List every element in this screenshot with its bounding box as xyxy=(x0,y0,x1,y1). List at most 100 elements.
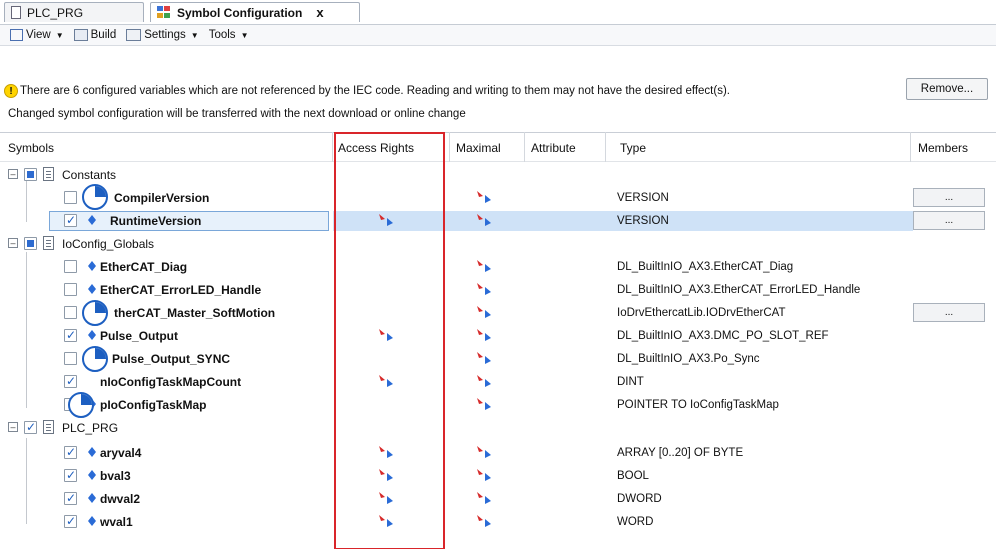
row-name: RuntimeVersion xyxy=(110,214,202,228)
maximal-access-icon xyxy=(477,306,491,318)
access-rights-icon[interactable] xyxy=(378,491,394,505)
row-name: PLC_PRG xyxy=(62,421,119,435)
table-row[interactable]: Pulse_Output DL_BuiltInIO_AX3.DMC_PO_SLO… xyxy=(0,325,996,347)
row-checkbox[interactable] xyxy=(64,306,77,319)
row-checkbox[interactable] xyxy=(64,445,77,459)
settings-menu[interactable]: Settings ▼ xyxy=(126,29,199,41)
table-row[interactable]: pIoConfigTaskMap POINTER TO IoConfigTask… xyxy=(0,394,996,416)
col-attribute[interactable]: Attribute xyxy=(531,141,576,155)
column-divider[interactable] xyxy=(910,132,911,162)
row-type: DL_BuiltInIO_AX3.EtherCAT_ErrorLED_Handl… xyxy=(617,284,861,296)
row-name: dwval2 xyxy=(100,492,141,506)
row-checkbox[interactable] xyxy=(64,328,77,342)
view-icon xyxy=(10,29,23,41)
row-name: EtherCAT_ErrorLED_Handle xyxy=(100,283,262,297)
column-divider[interactable] xyxy=(449,132,450,162)
row-checkbox[interactable] xyxy=(64,260,77,273)
col-access-rights[interactable]: Access Rights xyxy=(338,141,414,155)
col-symbols[interactable]: Symbols xyxy=(8,141,54,155)
access-rights-icon[interactable] xyxy=(378,213,394,227)
tools-menu[interactable]: Tools ▼ xyxy=(209,29,249,41)
table-row[interactable]: therCAT_Master_SoftMotion IoDrvEthercatL… xyxy=(0,302,996,324)
table-row[interactable]: bval3 BOOL xyxy=(0,465,996,487)
table-row[interactable]: wval1 WORD xyxy=(0,511,996,533)
row-name: Pulse_Output xyxy=(100,329,179,343)
row-checkbox[interactable] xyxy=(64,491,77,505)
view-label: View xyxy=(26,29,51,41)
close-icon[interactable]: x xyxy=(316,5,323,20)
table-row-selected[interactable]: RuntimeVersion VERSION ... xyxy=(0,210,996,232)
document-icon xyxy=(43,167,54,181)
members-button[interactable]: ... xyxy=(913,188,985,207)
view-menu[interactable]: View ▼ xyxy=(10,29,64,41)
maximal-access-icon xyxy=(477,375,491,387)
row-checkbox[interactable] xyxy=(64,352,77,365)
table-row[interactable]: EtherCAT_ErrorLED_Handle DL_BuiltInIO_AX… xyxy=(0,279,996,301)
access-rights-icon[interactable] xyxy=(378,514,394,528)
tree-group-row[interactable]: – IoConfig_Globals xyxy=(0,233,996,255)
row-name: Constants xyxy=(62,168,117,182)
remove-button[interactable]: Remove... xyxy=(906,78,988,100)
row-checkbox[interactable] xyxy=(64,514,77,528)
document-icon xyxy=(43,420,54,434)
row-checkbox[interactable] xyxy=(64,283,77,296)
table-row[interactable]: CompilerVersion VERSION ... xyxy=(0,187,996,209)
variable-icon xyxy=(88,493,96,503)
symbol-config-icon xyxy=(157,6,171,19)
tab-symbol-configuration[interactable]: Symbol Configuration x xyxy=(150,2,360,22)
row-name: pIoConfigTaskMap xyxy=(100,398,207,412)
row-type: ARRAY [0..20] OF BYTE xyxy=(617,447,744,459)
build-icon xyxy=(73,29,88,41)
row-checkbox[interactable] xyxy=(64,191,77,204)
table-row[interactable]: aryval4 ARRAY [0..20] OF BYTE xyxy=(0,442,996,464)
table-header: Symbols Access Rights Maximal Attribute … xyxy=(0,132,996,162)
row-name: bval3 xyxy=(100,469,131,483)
group-checkbox[interactable] xyxy=(24,420,37,434)
column-divider[interactable] xyxy=(524,132,525,162)
row-name: aryval4 xyxy=(100,446,142,460)
row-checkbox[interactable] xyxy=(64,374,77,388)
variable-icon xyxy=(88,284,96,294)
access-rights-icon[interactable] xyxy=(378,468,394,482)
row-type: DL_BuiltInIO_AX3.Po_Sync xyxy=(617,353,760,365)
document-icon xyxy=(11,6,21,19)
settings-label: Settings xyxy=(144,29,186,41)
row-type: DINT xyxy=(617,376,644,388)
tree-group-row[interactable]: – PLC_PRG xyxy=(0,417,996,439)
build-label: Build xyxy=(90,29,117,41)
tab-plc-prg[interactable]: PLC_PRG xyxy=(4,2,144,22)
col-type[interactable]: Type xyxy=(620,141,646,155)
column-divider[interactable] xyxy=(605,132,606,162)
maximal-access-icon xyxy=(477,283,491,295)
members-button[interactable]: ... xyxy=(913,211,985,230)
members-button[interactable]: ... xyxy=(913,303,985,322)
maximal-access-icon xyxy=(477,352,491,364)
table-row[interactable]: nIoConfigTaskMapCount DINT xyxy=(0,371,996,393)
access-rights-icon[interactable] xyxy=(378,374,394,388)
table-row[interactable]: EtherCAT_Diag DL_BuiltInIO_AX3.EtherCAT_… xyxy=(0,256,996,278)
variable-icon xyxy=(88,447,96,457)
row-checkbox[interactable] xyxy=(64,213,77,227)
row-name: EtherCAT_Diag xyxy=(100,260,188,274)
collapse-icon[interactable]: – xyxy=(8,422,18,432)
access-rights-icon[interactable] xyxy=(378,445,394,459)
table-row[interactable]: dwval2 DWORD xyxy=(0,488,996,510)
row-checkbox[interactable] xyxy=(64,468,77,482)
group-checkbox[interactable] xyxy=(24,168,37,181)
col-members[interactable]: Members xyxy=(918,141,968,155)
collapse-icon[interactable]: – xyxy=(8,238,18,248)
col-maximal[interactable]: Maximal xyxy=(456,141,501,155)
table-row[interactable]: Pulse_Output_SYNC DL_BuiltInIO_AX3.Po_Sy… xyxy=(0,348,996,370)
row-type: DL_BuiltInIO_AX3.EtherCAT_Diag xyxy=(617,261,794,273)
variable-icon xyxy=(88,516,96,526)
collapse-icon[interactable]: – xyxy=(8,169,18,179)
tree-group-row[interactable]: – Constants xyxy=(0,164,996,186)
column-divider[interactable] xyxy=(332,132,333,162)
access-rights-icon[interactable] xyxy=(378,328,394,342)
tools-label: Tools xyxy=(208,29,236,41)
variable-icon xyxy=(88,261,96,271)
tab-bar: PLC_PRG Symbol Configuration x xyxy=(0,0,996,22)
build-button[interactable]: Build xyxy=(73,29,117,41)
group-checkbox[interactable] xyxy=(24,237,37,250)
chevron-down-icon: ▼ xyxy=(55,30,64,40)
